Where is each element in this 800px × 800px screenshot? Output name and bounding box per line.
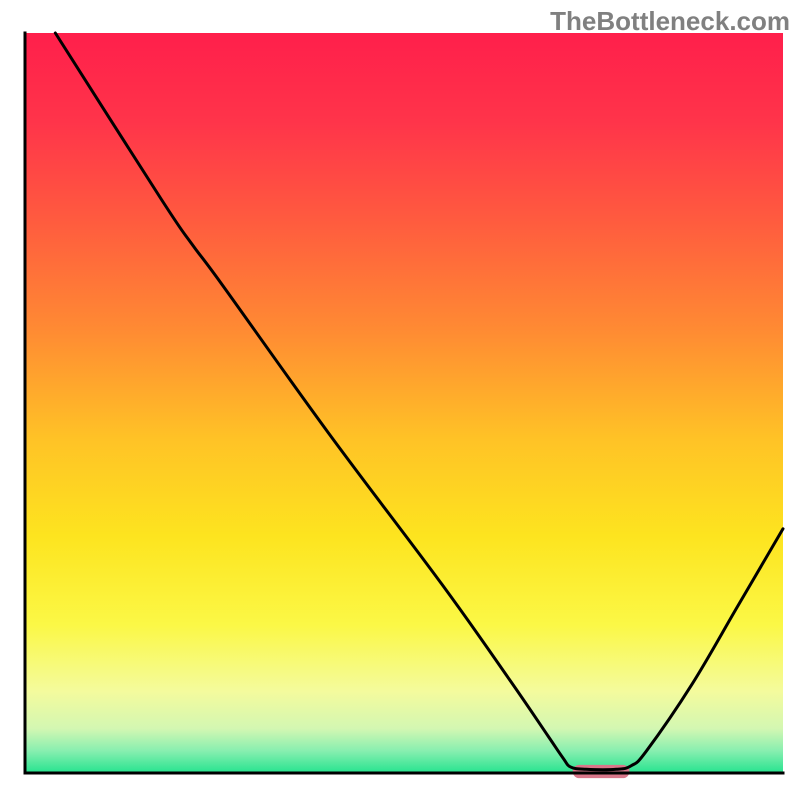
chart-svg: [0, 0, 800, 800]
bottleneck-chart: TheBottleneck.com: [0, 0, 800, 800]
watermark-text: TheBottleneck.com: [550, 6, 790, 37]
gradient-background: [25, 33, 783, 773]
